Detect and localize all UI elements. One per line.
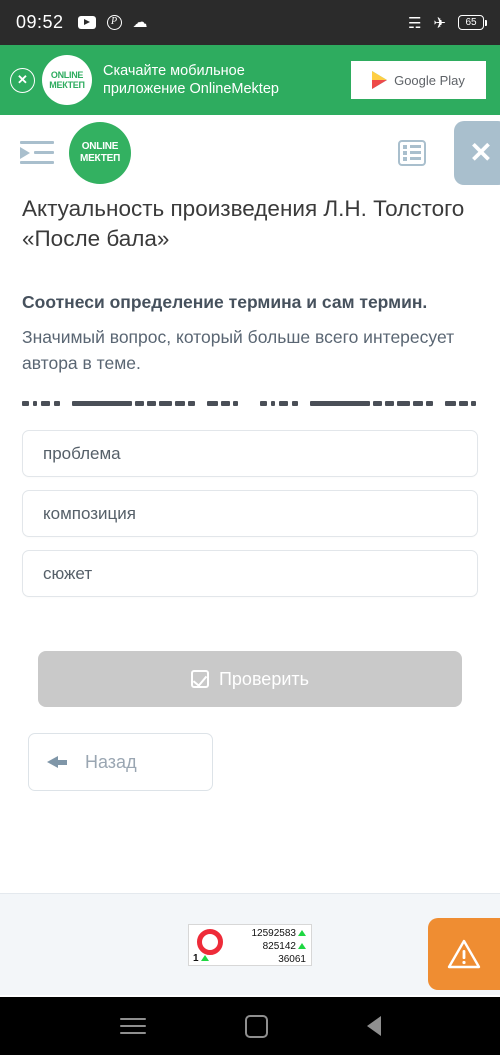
cloud-icon: ☁: [132, 14, 148, 31]
redacted-block: [373, 400, 382, 406]
answer-option-label: проблема: [43, 443, 121, 463]
recents-button[interactable]: [119, 1013, 146, 1039]
redacted-block: [397, 400, 410, 406]
liveinternet-counter[interactable]: 1 12592583 825142 36061: [188, 923, 312, 966]
redacted-block: [147, 400, 156, 406]
redacted-block: [41, 400, 50, 406]
app-promo-banner: ✕ ONLINE МЕКТЕП Скачайте мобильное прило…: [0, 45, 500, 115]
google-play-button[interactable]: Google Play: [351, 61, 486, 99]
youtube-icon: [77, 16, 96, 29]
indent-menu-icon[interactable]: [20, 140, 54, 165]
redacted-block: [471, 400, 476, 406]
status-notification-icons: P ☁: [77, 14, 148, 31]
counter-rank-value: 1: [193, 952, 199, 964]
redacted-block: [188, 400, 195, 406]
promo-logo: ONLINE МЕКТЕП: [42, 55, 92, 105]
redacted-block: [260, 400, 267, 406]
check-button[interactable]: Проверить: [38, 651, 462, 707]
answer-option[interactable]: сюжет: [22, 550, 478, 597]
redacted-block: [207, 400, 218, 406]
answer-option-label: сюжет: [43, 563, 93, 583]
redacted-gap: [60, 401, 72, 406]
android-nav-bar: [0, 997, 500, 1055]
redacted-block: [385, 400, 394, 406]
up-triangle-icon: [298, 930, 306, 936]
promo-text-line1: Скачайте мобильное: [103, 63, 245, 79]
counter-rank: 1: [193, 953, 209, 964]
back-button[interactable]: Назад: [28, 733, 213, 791]
up-triangle-icon: [200, 955, 209, 961]
redacted-block: [22, 400, 29, 406]
redacted-block: [175, 400, 185, 406]
close-button[interactable]: ✕: [454, 120, 500, 185]
home-button[interactable]: [244, 1014, 268, 1038]
redacted-gap: [433, 401, 445, 406]
back-nav-button[interactable]: [366, 1016, 381, 1036]
google-play-icon: [372, 71, 388, 89]
app-header: ONLINE МЕКТЕП ✕: [0, 115, 500, 190]
task-prompt: Соотнеси определение термина и сам терми…: [22, 292, 428, 312]
app-logo-line1: ONLINE: [81, 140, 119, 152]
warning-button[interactable]: [428, 918, 500, 990]
status-clock: 09:52: [16, 12, 64, 32]
promo-text: Скачайте мобильное приложение OnlineMekt…: [103, 62, 351, 98]
checkbox-icon: [190, 670, 209, 688]
redacted-gap: [195, 401, 207, 406]
pinterest-icon: P: [106, 15, 122, 30]
battery-badge: 65: [458, 15, 487, 30]
warning-icon: [447, 939, 481, 969]
status-system-icons: ☴ ✈ 65: [407, 14, 487, 32]
redacted-text-strip: [22, 398, 478, 408]
redacted-block: [279, 400, 288, 406]
counter-ring-icon: [197, 928, 223, 955]
answer-option[interactable]: проблема: [22, 430, 478, 477]
redacted-gap: [298, 401, 310, 406]
counter-views: 12592583: [251, 927, 297, 939]
app-logo[interactable]: ONLINE МЕКТЕП: [69, 121, 131, 184]
redacted-gap: [238, 401, 260, 406]
wifi-icon: ☴: [407, 14, 422, 32]
counter-stats: 12592583 825142 36061: [251, 927, 306, 966]
back-button-label: Назад: [85, 751, 137, 772]
promo-close-icon[interactable]: ✕: [10, 67, 35, 93]
term-definition: Значимый вопрос, который больше всего ин…: [22, 327, 455, 373]
redacted-block: [72, 400, 132, 406]
redacted-block: [445, 400, 456, 406]
google-play-label: Google Play: [394, 72, 465, 88]
redacted-block: [459, 400, 468, 406]
redacted-block: [135, 400, 144, 406]
lesson-content: Актуальность произведения Л.Н. Толстого …: [0, 194, 500, 791]
redacted-block: [159, 400, 172, 406]
up-triangle-icon: [298, 943, 306, 949]
check-button-label: Проверить: [218, 668, 310, 689]
redacted-block: [310, 400, 370, 406]
list-view-icon[interactable]: [398, 139, 426, 166]
answer-option[interactable]: композиция: [22, 490, 478, 537]
app-logo-line2: МЕКТЕП: [79, 152, 121, 164]
promo-logo-line2: МЕКТЕП: [49, 80, 85, 90]
counter-visitors: 825142: [262, 940, 296, 952]
header-actions: ✕: [398, 120, 500, 185]
counter-today: 36061: [278, 953, 306, 965]
redacted-block: [426, 400, 433, 406]
answer-option-label: композиция: [43, 503, 136, 523]
answer-options-list: проблема композиция сюжет: [22, 430, 478, 597]
promo-text-line2: приложение OnlineMektep: [103, 81, 279, 97]
status-bar: 09:52 P ☁ ☴ ✈ 65: [0, 0, 500, 45]
promo-logo-line1: ONLINE: [50, 70, 84, 80]
page-footer: 1 12592583 825142 36061: [0, 893, 500, 995]
airplane-mode-icon: ✈: [433, 14, 446, 32]
page-title: Актуальность произведения Л.Н. Толстого …: [22, 196, 465, 251]
redacted-block: [221, 400, 230, 406]
redacted-block: [413, 400, 423, 406]
